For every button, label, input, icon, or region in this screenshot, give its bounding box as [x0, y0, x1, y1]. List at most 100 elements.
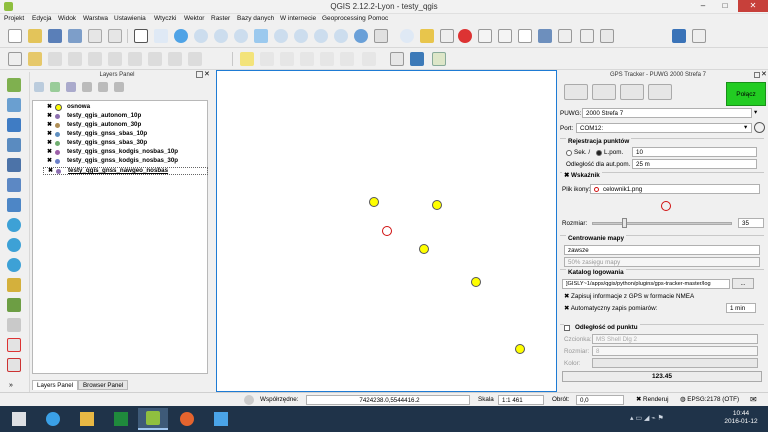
- add-delimited-text-icon[interactable]: [7, 278, 21, 292]
- toggle-editing-icon[interactable]: [28, 52, 42, 66]
- lpom-input[interactable]: 10: [632, 147, 757, 157]
- firefox-icon[interactable]: [172, 408, 202, 430]
- log-path-input[interactable]: ]GISLY~1/apps/qgis/python/plugins/gps-tr…: [562, 279, 730, 289]
- zoom-native-icon[interactable]: [234, 29, 248, 43]
- slider-handle[interactable]: [622, 218, 627, 228]
- delete-selected-icon[interactable]: [128, 52, 142, 66]
- add-oracle-layer-icon[interactable]: [7, 178, 21, 192]
- measure-point-icon[interactable]: [592, 84, 616, 100]
- map-point[interactable]: [515, 344, 525, 354]
- app-icon[interactable]: [206, 408, 236, 430]
- centering-select[interactable]: zawsze: [564, 245, 760, 255]
- layer-item[interactable]: ✖ testy_qgis_autonom_10p: [43, 112, 208, 121]
- qgis-taskbar-icon[interactable]: [138, 408, 168, 430]
- label-icon[interactable]: [240, 52, 254, 66]
- sum-icon[interactable]: [518, 29, 532, 43]
- checkbox-icon[interactable]: ✖: [564, 293, 571, 300]
- pan-to-selection-icon[interactable]: [154, 29, 168, 43]
- cut-features-icon[interactable]: [148, 52, 162, 66]
- messages-icon[interactable]: ✉: [750, 395, 757, 404]
- distance-checkbox[interactable]: [564, 325, 570, 331]
- minimize-button[interactable]: –: [692, 0, 714, 12]
- add-group-icon[interactable]: [50, 82, 60, 92]
- zoom-next-icon[interactable]: [334, 29, 348, 43]
- auto-save-checkbox[interactable]: ✖ Automatyczny zapis pomiarów:: [564, 305, 657, 312]
- identify-icon[interactable]: [374, 29, 388, 43]
- change-label-icon[interactable]: [340, 52, 354, 66]
- composer-manager-icon[interactable]: [108, 29, 122, 43]
- map-point[interactable]: [419, 244, 429, 254]
- font-select[interactable]: MS Shell Dlg 2: [592, 334, 758, 344]
- layer-checkbox[interactable]: ✖: [46, 149, 53, 156]
- menu-widok[interactable]: Widok: [58, 15, 76, 22]
- radio-sak[interactable]: [566, 150, 572, 156]
- add-gps-layer-icon[interactable]: [7, 338, 21, 352]
- layer-checkbox[interactable]: ✖: [46, 122, 53, 129]
- map-canvas[interactable]: [216, 70, 557, 392]
- layer-item[interactable]: ✖ testy_qgis_autonom_30p: [43, 121, 208, 130]
- layer-item[interactable]: ✖ testy_qgis_gnss_sbas_10p: [43, 130, 208, 139]
- layer-checkbox[interactable]: ✖: [46, 158, 53, 165]
- measure-icon[interactable]: [498, 29, 512, 43]
- settings-icon[interactable]: [648, 84, 672, 100]
- map-tips-icon[interactable]: [538, 29, 552, 43]
- zoom-selection-icon[interactable]: [274, 29, 288, 43]
- internet-explorer-icon[interactable]: [38, 408, 68, 430]
- layer-checkbox[interactable]: ✖: [46, 104, 53, 111]
- checkbox-icon[interactable]: ✖: [564, 305, 571, 312]
- color-button[interactable]: [592, 358, 758, 368]
- scale-select[interactable]: 1:1 461: [498, 395, 544, 405]
- checkbox-icon[interactable]: ✖: [636, 396, 643, 403]
- float-panel-icon[interactable]: [196, 71, 203, 78]
- select-features-icon[interactable]: [400, 29, 414, 43]
- whats-this-icon[interactable]: [692, 29, 706, 43]
- file-explorer-icon[interactable]: [72, 408, 102, 430]
- refresh-icon[interactable]: [354, 29, 368, 43]
- field-calculator-icon[interactable]: [458, 29, 472, 43]
- copy-features-icon[interactable]: [168, 52, 182, 66]
- menu-pomoc[interactable]: Pomoc: [368, 15, 388, 22]
- save-project-icon[interactable]: [48, 29, 62, 43]
- centering-extent-select[interactable]: 50% zasięgu mapy: [564, 257, 760, 267]
- menu-raster[interactable]: Raster: [211, 15, 230, 22]
- add-feature-icon[interactable]: [68, 52, 82, 66]
- refresh-ports-icon[interactable]: [754, 122, 765, 133]
- layer-item[interactable]: ✖ testy_qgis_gnss_sbas_30p: [43, 139, 208, 148]
- show-bookmarks-icon[interactable]: [580, 29, 594, 43]
- map-point[interactable]: [471, 277, 481, 287]
- deselect-icon[interactable]: [420, 29, 434, 43]
- puwg-select[interactable]: 2000 Strefa 7: [582, 108, 752, 118]
- tab-layers-panel[interactable]: Layers Panel: [32, 380, 79, 390]
- zoom-last-icon[interactable]: [314, 29, 328, 43]
- add-mssql-layer-icon[interactable]: [7, 158, 21, 172]
- zoom-layer-icon[interactable]: [294, 29, 308, 43]
- port-select[interactable]: COM12:: [576, 123, 752, 133]
- menu-geoprocessing[interactable]: Geoprocessing: [322, 15, 366, 22]
- menu-projekt[interactable]: Projekt: [4, 15, 24, 22]
- navigate-icon[interactable]: [564, 84, 588, 100]
- icon-file-select[interactable]: celownik1.png: [590, 184, 760, 194]
- render-checkbox[interactable]: ✖ Renderuj: [636, 396, 669, 403]
- collapse-all-icon[interactable]: [114, 82, 124, 92]
- layer-item[interactable]: ✖ testy_qgis_gnss_kodgis_nosbas_30p: [43, 157, 208, 166]
- gps-tracker-icon[interactable]: [432, 52, 446, 66]
- size-slider[interactable]: [592, 222, 732, 225]
- radio-lpom[interactable]: [596, 150, 602, 156]
- filter-expression-icon[interactable]: [82, 82, 92, 92]
- node-tool-icon[interactable]: [108, 52, 122, 66]
- menu-edycja[interactable]: Edycja: [32, 15, 52, 22]
- menu-wektor[interactable]: Wektor: [184, 15, 204, 22]
- expand-all-icon[interactable]: [98, 82, 108, 92]
- add-wms-layer-icon[interactable]: [7, 218, 21, 232]
- text-annotation-icon[interactable]: [600, 29, 614, 43]
- size-input[interactable]: 35: [738, 218, 764, 228]
- layer-item[interactable]: ✖ osnowa: [43, 103, 208, 112]
- checkbox-icon[interactable]: ✖: [564, 172, 571, 179]
- new-print-composer-icon[interactable]: [88, 29, 102, 43]
- add-spatialite-layer-icon[interactable]: [7, 138, 21, 152]
- add-wfs-layer-icon[interactable]: [7, 258, 21, 272]
- add-vector-layer-icon[interactable]: [7, 78, 21, 92]
- browse-button[interactable]: ...: [732, 278, 754, 289]
- menu-bazy-danych[interactable]: Bazy danych: [237, 15, 274, 22]
- auto-save-select[interactable]: 1 min: [726, 303, 756, 313]
